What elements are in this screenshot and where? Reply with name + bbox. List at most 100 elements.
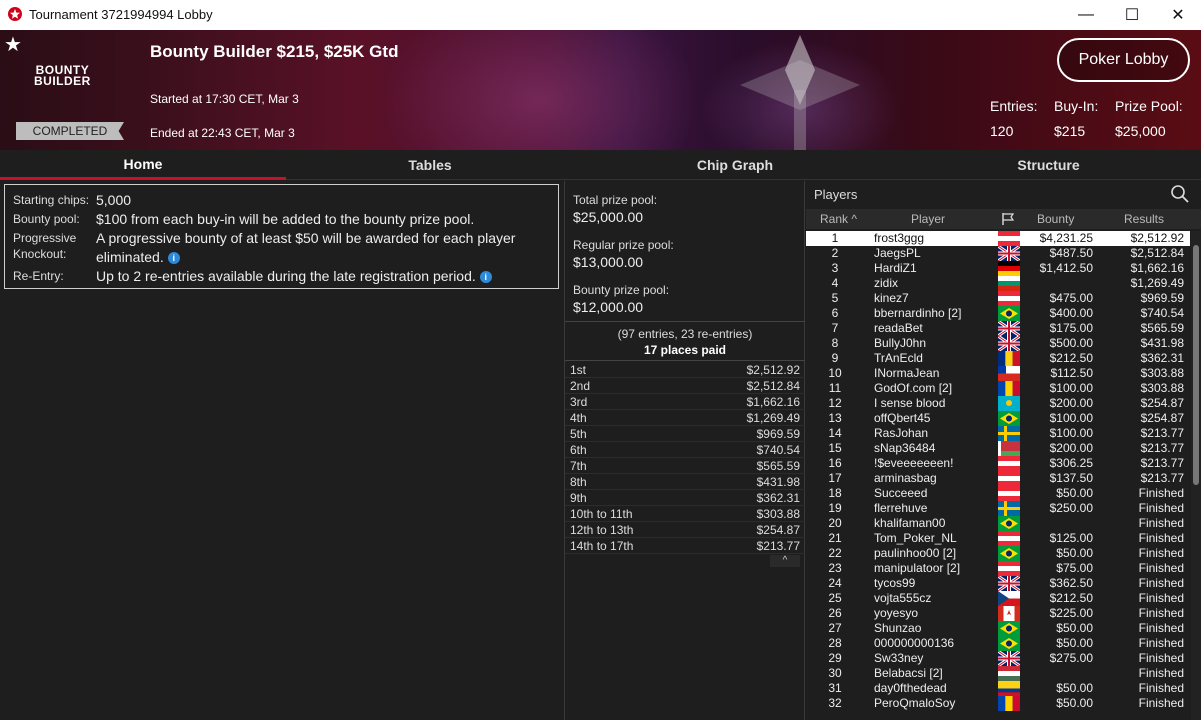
player-row[interactable]: 7 readaBet $175.00 $565.59 <box>806 321 1190 336</box>
favorite-star-icon[interactable]: ★ <box>4 32 22 57</box>
payout-place: 1st <box>570 363 587 377</box>
player-row[interactable]: 18 Succeeed $50.00 Finished <box>806 486 1190 501</box>
player-bounty: $200.00 <box>1049 396 1093 410</box>
tab-structure[interactable]: Structure <box>896 150 1201 180</box>
player-name: offQbert45 <box>874 411 931 425</box>
player-row[interactable]: 3 HardiZ1 $1,412.50 $1,662.16 <box>806 261 1190 276</box>
info-icon[interactable]: i <box>167 252 180 265</box>
player-row[interactable]: 27 Shunzao $50.00 Finished <box>806 621 1190 636</box>
player-row[interactable]: 4 zidix $1,269.49 <box>806 276 1190 291</box>
search-icon[interactable] <box>1170 184 1190 204</box>
player-row[interactable]: 19 flerrehuve $250.00 Finished <box>806 501 1190 516</box>
tab-tables[interactable]: Tables <box>286 150 574 180</box>
col-rank[interactable]: Rank ^ <box>820 212 857 226</box>
player-result: Finished <box>1138 501 1184 515</box>
regular-prize-label: Regular prize pool: <box>573 238 674 252</box>
player-row[interactable]: 1 frost3ggg $4,231.25 $2,512.92 <box>806 231 1190 246</box>
player-row[interactable]: 2 JaegsPL $487.50 $2,512.84 <box>806 246 1190 261</box>
collapse-chevron-icon[interactable]: ^ <box>770 555 800 567</box>
player-bounty: $500.00 <box>1049 336 1093 350</box>
player-name: readaBet <box>874 321 923 335</box>
player-bounty: $175.00 <box>1049 321 1093 335</box>
window-titlebar: Tournament 3721994994 Lobby — ☐ ✕ <box>0 0 1201 30</box>
player-row[interactable]: 23 manipulatoor [2] $75.00 Finished <box>806 561 1190 576</box>
close-button[interactable]: ✕ <box>1155 0 1201 30</box>
col-player[interactable]: Player <box>911 212 945 226</box>
player-rank: 27 <box>828 621 842 635</box>
payout-row: 2nd $2,512.84 <box>565 378 805 394</box>
player-bounty: $306.25 <box>1049 456 1093 470</box>
progressive-value-1: A progressive bounty of at least $50 wil… <box>96 230 516 246</box>
col-bounty[interactable]: Bounty <box>1037 212 1074 226</box>
payout-place: 7th <box>570 459 587 473</box>
bounty-builder-logo: BOUNTY BUILDER <box>34 63 91 88</box>
player-row[interactable]: 30 Belabacsi [2] Finished <box>806 666 1190 681</box>
flag-column-icon[interactable] <box>1001 212 1015 226</box>
player-row[interactable]: 9 TrAnEcld $212.50 $362.31 <box>806 351 1190 366</box>
player-row[interactable]: 6 bbernardinho [2] $400.00 $740.54 <box>806 306 1190 321</box>
player-row[interactable]: 32 PeroQmaloSoy $50.00 Finished <box>806 696 1190 711</box>
player-rank: 8 <box>831 336 839 350</box>
entries-value: 120 <box>990 123 1014 139</box>
player-result: Finished <box>1138 546 1184 560</box>
player-row[interactable]: 24 tycos99 $362.50 Finished <box>806 576 1190 591</box>
entries-summary: (97 entries, 23 re-entries) 17 places pa… <box>565 321 805 361</box>
player-bounty: $50.00 <box>1056 486 1093 500</box>
payout-row: 4th $1,269.49 <box>565 410 805 426</box>
player-rank: 1 <box>831 231 839 245</box>
poker-lobby-button[interactable]: Poker Lobby <box>1057 38 1190 82</box>
payout-row: 8th $431.98 <box>565 474 805 490</box>
player-row[interactable]: 31 day0fthedead $50.00 Finished <box>806 681 1190 696</box>
ro-flag-icon <box>998 351 1020 366</box>
col-results[interactable]: Results <box>1124 212 1164 226</box>
player-row[interactable]: 5 kinez7 $475.00 $969.59 <box>806 291 1190 306</box>
player-name: day0fthedead <box>874 681 947 695</box>
payout-row: 5th $969.59 <box>565 426 805 442</box>
player-rank: 31 <box>828 681 842 695</box>
player-row[interactable]: 17 arminasbag $137.50 $213.77 <box>806 471 1190 486</box>
player-row[interactable]: 10 INormaJean $112.50 $303.88 <box>806 366 1190 381</box>
player-result: $2,512.92 <box>1130 231 1184 245</box>
player-name: Shunzao <box>874 621 922 635</box>
player-name: arminasbag <box>874 471 937 485</box>
player-result: $213.77 <box>1140 456 1184 470</box>
info-icon[interactable]: i <box>479 271 492 284</box>
players-scrollbar[interactable] <box>1191 231 1201 720</box>
player-row[interactable]: 21 Tom_Poker_NL $125.00 Finished <box>806 531 1190 546</box>
player-row[interactable]: 29 Sw33ney $275.00 Finished <box>806 651 1190 666</box>
player-row[interactable]: 15 sNap36484 $200.00 $213.77 <box>806 441 1190 456</box>
player-row[interactable]: 14 RasJohan $100.00 $213.77 <box>806 426 1190 441</box>
player-row[interactable]: 28 000000000136 $50.00 Finished <box>806 636 1190 651</box>
br-flag-icon <box>998 546 1020 561</box>
player-row[interactable]: 20 khalifaman00 Finished <box>806 516 1190 531</box>
maximize-button[interactable]: ☐ <box>1109 0 1155 30</box>
player-rank: 6 <box>831 306 839 320</box>
tab-bar: Home Tables Chip Graph Structure <box>0 150 1201 180</box>
player-row[interactable]: 16 !$eveeeeeeen! $306.25 $213.77 <box>806 456 1190 471</box>
players-title: Players <box>814 187 858 202</box>
player-bounty: $275.00 <box>1049 651 1093 665</box>
player-bounty: $100.00 <box>1049 381 1093 395</box>
end-time: Ended at 22:43 CET, Mar 3 <box>150 126 295 140</box>
player-row[interactable]: 8 BullyJ0hn $500.00 $431.98 <box>806 336 1190 351</box>
starting-chips-label: Starting chips: <box>13 193 90 207</box>
player-row[interactable]: 13 offQbert45 $100.00 $254.87 <box>806 411 1190 426</box>
player-row[interactable]: 11 GodOf.com [2] $100.00 $303.88 <box>806 381 1190 396</box>
player-rank: 24 <box>828 576 842 590</box>
payout-amount: $1,269.49 <box>746 411 800 425</box>
player-name: kinez7 <box>874 291 909 305</box>
player-result: Finished <box>1138 621 1184 635</box>
tab-home[interactable]: Home <box>0 150 286 180</box>
player-row[interactable]: 26 yoyesyo $225.00 Finished <box>806 606 1190 621</box>
player-row[interactable]: 25 vojta555cz $212.50 Finished <box>806 591 1190 606</box>
player-rank: 18 <box>828 486 842 500</box>
scrollbar-thumb[interactable] <box>1193 245 1199 485</box>
player-row[interactable]: 22 paulinhoo00 [2] $50.00 Finished <box>806 546 1190 561</box>
player-result: Finished <box>1138 666 1184 680</box>
bounty-pool-label: Bounty pool: <box>13 212 80 226</box>
player-rank: 14 <box>828 426 842 440</box>
player-bounty: $212.50 <box>1049 591 1093 605</box>
tab-chip-graph[interactable]: Chip Graph <box>574 150 896 180</box>
player-row[interactable]: 12 I sense blood $200.00 $254.87 <box>806 396 1190 411</box>
minimize-button[interactable]: — <box>1063 0 1109 30</box>
